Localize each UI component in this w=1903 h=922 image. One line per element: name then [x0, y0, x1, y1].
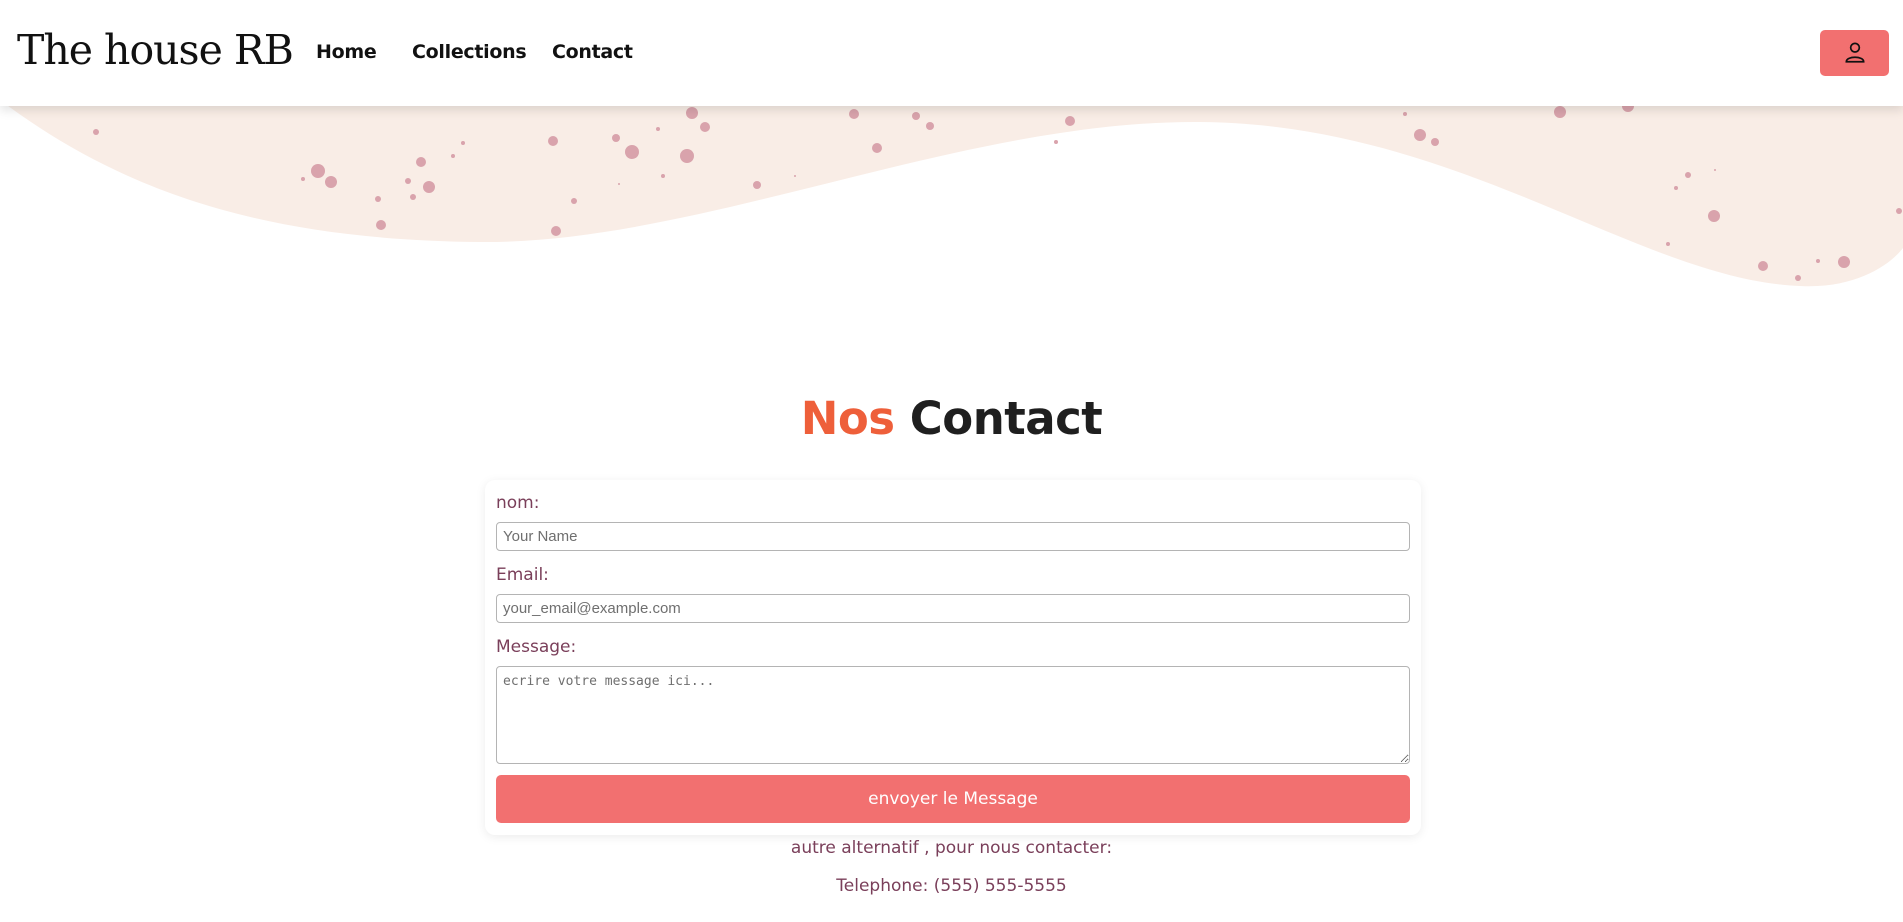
hero-dot	[548, 136, 558, 146]
page-title-accent: Nos	[800, 392, 895, 445]
user-account-button[interactable]	[1820, 30, 1889, 76]
hero-dot	[1795, 275, 1801, 281]
nav-collections[interactable]: Collections	[412, 41, 527, 63]
hero-dot	[571, 198, 577, 204]
brand-logo[interactable]: The house RB	[17, 26, 294, 74]
user-icon	[1842, 39, 1868, 68]
hero-dot	[451, 154, 455, 158]
hero-dot	[686, 107, 698, 119]
hero-dot	[1054, 140, 1058, 144]
hero-dot	[311, 164, 325, 178]
send-message-button[interactable]: envoyer le Message	[496, 775, 1410, 823]
hero-dot	[551, 226, 561, 236]
page-title-rest: Contact	[909, 392, 1103, 445]
hero-dot	[1674, 186, 1678, 190]
hero-dot	[416, 157, 426, 167]
hero-dot	[1758, 261, 1768, 271]
hero-dot	[849, 109, 859, 119]
email-input[interactable]	[496, 594, 1410, 623]
hero-dot	[1403, 112, 1407, 116]
contact-alternative-text: autre alternatif , pour nous contacter:	[790, 838, 1113, 858]
message-label: Message:	[496, 637, 577, 657]
hero-dot	[405, 178, 411, 184]
hero-dot	[1896, 208, 1902, 214]
name-input[interactable]	[496, 522, 1410, 551]
hero-dot	[1554, 106, 1566, 118]
name-label: nom:	[496, 493, 540, 513]
hero-dot	[1685, 172, 1691, 178]
contact-phone: Telephone: (555) 555-5555	[836, 876, 1067, 896]
hero-dot	[423, 181, 435, 193]
email-label: Email:	[496, 565, 549, 585]
page-title: Nos Contact	[0, 392, 1903, 445]
hero-dot	[700, 122, 710, 132]
nav-home[interactable]: Home	[316, 41, 377, 63]
hero-dot	[461, 141, 465, 145]
hero-dot	[1708, 210, 1720, 222]
nav-contact[interactable]: Contact	[552, 41, 633, 63]
hero-dot	[375, 196, 381, 202]
hero-dot	[680, 149, 694, 163]
hero-dot	[618, 183, 620, 185]
hero-dot	[93, 129, 99, 135]
hero-dot	[612, 134, 620, 142]
hero-dot	[661, 174, 665, 178]
top-navbar: The house RB Home Collections Contact	[0, 0, 1903, 106]
hero-dot	[1431, 138, 1439, 146]
hero-dot	[1816, 259, 1820, 263]
hero-dot	[872, 143, 882, 153]
hero-dot	[1414, 129, 1426, 141]
hero-dot	[656, 127, 660, 131]
hero-dot	[325, 176, 337, 188]
hero-dot	[753, 181, 761, 189]
hero-dot	[301, 177, 305, 181]
hero-dot	[794, 175, 796, 177]
hero-dot	[625, 145, 639, 159]
hero-dot	[1666, 242, 1670, 246]
message-textarea[interactable]	[496, 666, 1410, 764]
hero-dot	[912, 112, 920, 120]
hero-dot	[1838, 256, 1850, 268]
contact-form: nom: Email: Message: envoyer le Message	[485, 480, 1421, 835]
hero-dot	[376, 220, 386, 230]
hero-wave-shape	[0, 100, 1903, 287]
hero-dot	[926, 122, 934, 130]
hero-dot	[410, 194, 416, 200]
hero-dot	[1065, 116, 1075, 126]
hero-dot	[1714, 169, 1716, 171]
